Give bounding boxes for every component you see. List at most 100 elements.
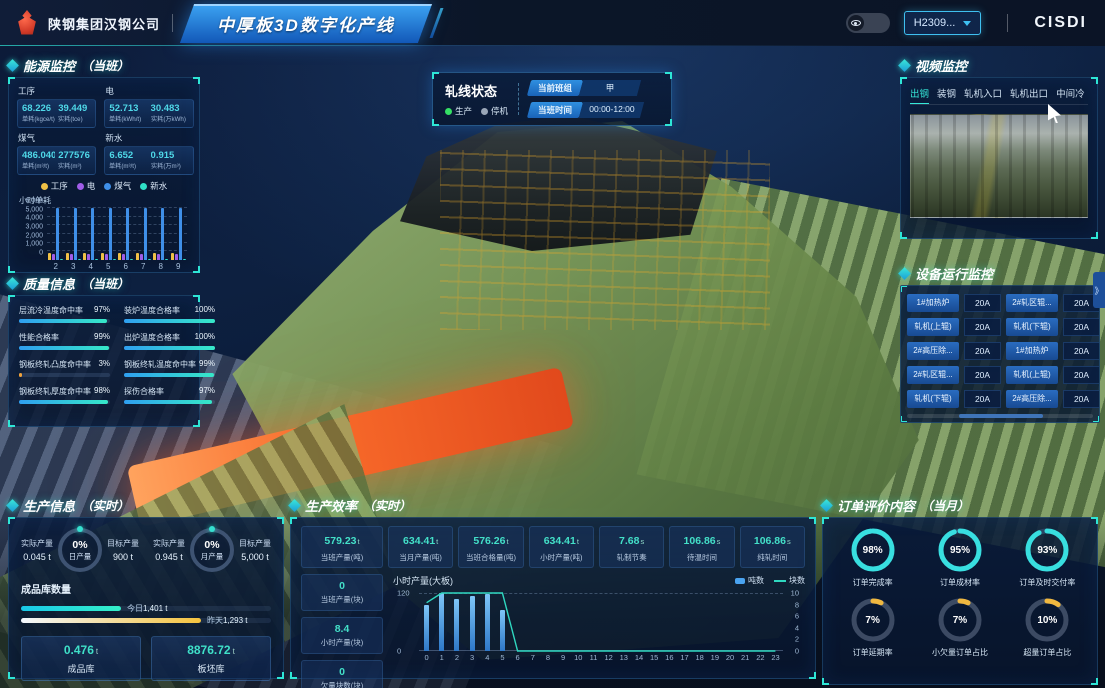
- panel-title-text: 设备运行监控: [915, 264, 993, 283]
- hourly-output-chart: 小时产量(大板) 吨数块数 01200246810 01234567891011…: [393, 574, 805, 688]
- energy-unit: 单耗(kgce/t): [22, 115, 51, 124]
- stat-value: 576.26: [473, 535, 505, 547]
- video-tab[interactable]: 出钢: [910, 86, 929, 100]
- energy-legend: 工序电煤气新水: [17, 180, 191, 192]
- quality-value: 99%: [94, 332, 110, 343]
- chart-xlabels: 01234567891011121314151617181920212223: [419, 653, 783, 662]
- bar: [130, 259, 133, 260]
- quality-label: 装炉温度合格率: [124, 305, 180, 316]
- equipment-row: 1#加热炉20A2#轧区辊...20A: [907, 294, 1093, 312]
- progress-track: [19, 373, 110, 377]
- equipment-collapse-tab[interactable]: 》: [1093, 272, 1105, 308]
- x-tick-label: 3: [71, 262, 75, 271]
- donut-value: 10%: [1023, 596, 1071, 644]
- video-tab[interactable]: 轧机入口: [964, 86, 1002, 100]
- bar: [161, 208, 164, 260]
- video-feed[interactable]: [910, 114, 1088, 218]
- donut-label: 小欠量订单占比: [932, 647, 988, 658]
- stat-unit: s: [640, 537, 644, 546]
- visibility-toggle[interactable]: [846, 13, 890, 33]
- stat-label: 当月产量(吨): [390, 552, 451, 563]
- header-actions: H2309... CISDI: [846, 11, 1105, 35]
- x-tick-label: 6: [510, 653, 525, 662]
- toggle-knob: [848, 15, 864, 31]
- stat-label: 小时产量(块): [304, 637, 380, 648]
- corner-decoration: [432, 119, 439, 126]
- equipment-value: 20A: [964, 318, 1001, 336]
- corner-decoration: [8, 266, 15, 273]
- actual-output: 实际产量 0.945 t: [153, 538, 185, 562]
- stat-unit: s: [787, 537, 791, 546]
- energy-card-name: 新水: [105, 132, 193, 144]
- progress-fill: [19, 373, 22, 377]
- equipment-value: 20A: [964, 366, 1001, 384]
- quality-item: 钢板终轧温度命中率99%: [124, 359, 215, 377]
- bar: [105, 254, 108, 261]
- bar: [87, 254, 90, 260]
- bar: [101, 253, 104, 260]
- daily-output-gauge: 0% 日产量: [58, 528, 102, 572]
- energy-card-values: 52.713单耗(kWh/t)30.483实耗(万kWh): [104, 99, 193, 128]
- video-tab[interactable]: 轧机出口: [1010, 86, 1048, 100]
- gauge-marker-dot: [209, 526, 215, 532]
- line-selector-dropdown[interactable]: H2309...: [904, 11, 982, 35]
- finished-store-card: 0.476t 成品库: [21, 636, 141, 681]
- donut-label: 订单成材率: [940, 577, 980, 588]
- page-title: 中厚板3D数字化产线: [217, 16, 395, 35]
- legend-label: 电: [87, 180, 96, 192]
- energy-value: 486.040: [22, 150, 55, 161]
- stat-value: 634.41: [544, 535, 576, 547]
- stat-unit: s: [717, 537, 721, 546]
- video-tab[interactable]: 装钢: [937, 86, 956, 100]
- corner-decoration: [8, 672, 15, 679]
- y-tick-label: 6: [795, 612, 799, 621]
- progress-track: [124, 373, 215, 377]
- energy-card: 煤气486.040单耗(m³/t)277576实耗(m³): [17, 132, 96, 175]
- energy-card: 工序68.226单耗(kgce/t)39.449实耗(tce): [17, 85, 96, 128]
- energy-unit: 实耗(m³): [58, 162, 87, 171]
- chevron-down-icon: [963, 21, 971, 26]
- corner-decoration: [1093, 416, 1100, 423]
- line-legend-swatch: [774, 580, 786, 582]
- diamond-icon: [6, 59, 19, 72]
- legend-item: 新水: [140, 180, 167, 192]
- donut-value: 7%: [936, 596, 984, 644]
- equipment-label: 1#加热炉: [907, 294, 959, 312]
- bar-group: [66, 208, 81, 260]
- y-tick-label: 5,000: [25, 206, 43, 213]
- inventory-title: 成品库数量: [21, 581, 271, 596]
- x-tick-label: 7: [141, 262, 145, 271]
- equipment-monitor-panel: 设备运行监控 》 1#加热炉20A2#轧区辊...20A轧机(上辊)20A轧机(…: [900, 264, 1100, 423]
- quality-item: 钢板终轧凸度命中率3%: [19, 359, 110, 377]
- legend-label: 新水: [150, 180, 167, 192]
- equipment-value: 20A: [964, 342, 1001, 360]
- x-tick-label: 22: [753, 653, 768, 662]
- inventory-bar-row: 昨天1,293 t: [21, 615, 271, 627]
- donut-ring: 7%: [849, 596, 897, 644]
- warehouse-stats: 0.476t 成品库 8876.72t 板坯库: [21, 636, 271, 681]
- x-tick-label: 11: [586, 653, 601, 662]
- quality-value: 97%: [94, 305, 110, 316]
- energy-card: 电52.713单耗(kWh/t)30.483实耗(万kWh): [104, 85, 193, 128]
- bar: [95, 259, 98, 260]
- dashboard-root: 陕钢集团汉钢公司 中厚板3D数字化产线 H2309... CISDI 能源监控 …: [0, 0, 1105, 688]
- y-tick-label: 0: [39, 250, 43, 257]
- equipment-row: 2#轧区辊...20A轧机(上辊)20A: [907, 366, 1093, 384]
- line-status-divider: [518, 83, 519, 115]
- x-tick-label: 4: [480, 653, 495, 662]
- stat-label: 小时产量(吨): [531, 552, 592, 563]
- stat-label: 当班产量(吨): [303, 552, 381, 563]
- line-status-legend: 生产停机: [445, 105, 508, 117]
- x-tick-label: 7: [525, 653, 540, 662]
- x-tick-label: 8: [540, 653, 555, 662]
- bar: [118, 253, 121, 260]
- video-tab[interactable]: 中间冷: [1056, 86, 1085, 100]
- bar-group: [101, 208, 116, 260]
- corner-decoration: [665, 72, 672, 79]
- equipment-scrollbar-thumb[interactable]: [959, 414, 1043, 418]
- bar: [56, 208, 59, 260]
- equipment-value: 20A: [964, 390, 1001, 408]
- equipment-value: 20A: [1063, 318, 1100, 336]
- x-tick-label: 10: [571, 653, 586, 662]
- actual-output: 实际产量 0.045 t: [21, 538, 53, 562]
